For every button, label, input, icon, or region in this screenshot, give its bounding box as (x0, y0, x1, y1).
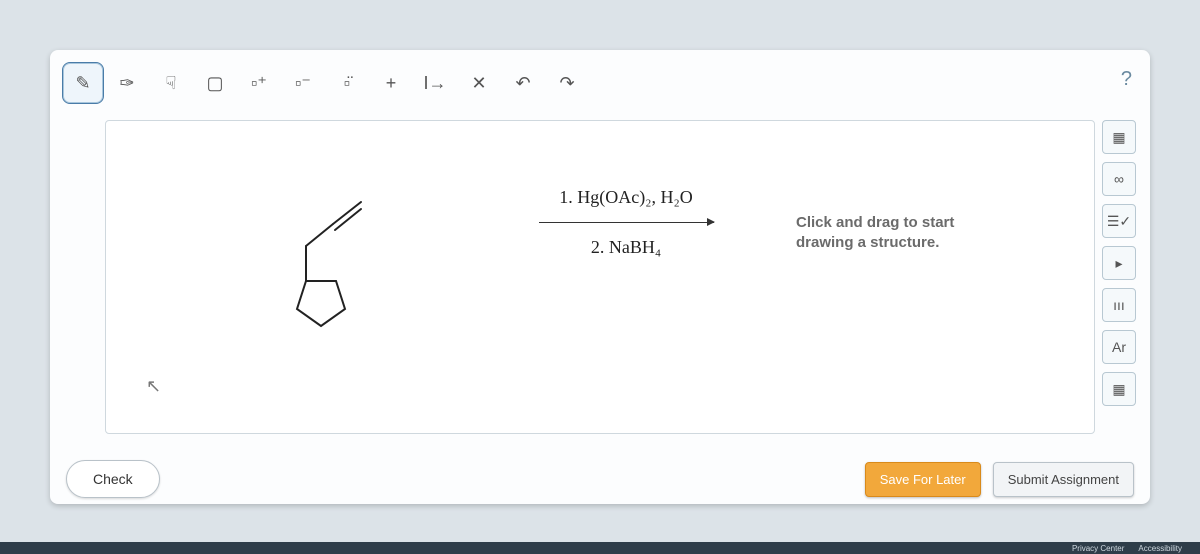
save-for-later-button[interactable]: Save For Later (865, 462, 981, 497)
undo-icon: ↶ (515, 74, 530, 92)
tool-pencil[interactable]: ✎ (62, 62, 104, 104)
tool-text-arrow[interactable]: I→ (414, 62, 456, 104)
bottom-bar: Check Save For Later Submit Assignment (50, 454, 1150, 504)
infinity-icon: ∞ (1114, 171, 1124, 187)
tool-plus[interactable]: + (370, 62, 412, 104)
right-tool-infinity[interactable]: ∞ (1102, 162, 1136, 196)
footer-accessibility-link[interactable]: Accessibility (1138, 544, 1182, 553)
right-tool-grid[interactable]: ▦ (1102, 120, 1136, 154)
lasso-icon: ✑ (119, 74, 134, 92)
right-tool-argon[interactable]: Ar (1102, 330, 1136, 364)
tool-clear[interactable]: ✕ (458, 62, 500, 104)
tool-lasso[interactable]: ✑ (106, 62, 148, 104)
reagent-line-2: 2. NaBH₄ (526, 237, 726, 258)
check-button[interactable]: Check (66, 460, 160, 498)
tool-redo[interactable]: ↷ (546, 62, 588, 104)
right-actions: Save For Later Submit Assignment (865, 462, 1134, 497)
marquee-icon: ▢ (206, 74, 223, 92)
clear-icon: ✕ (471, 74, 486, 92)
text-arrow-icon: I→ (423, 74, 446, 92)
right-tool-tally[interactable]: ııı (1102, 288, 1136, 322)
tally-icon: ııı (1113, 297, 1125, 313)
plus-icon: + (386, 74, 397, 92)
right-tool-periodic[interactable]: ▦ (1102, 372, 1136, 406)
reaction-conditions: 1. Hg(OAc)₂, H₂O 2. NaBH₄ (526, 181, 726, 264)
argon-icon: Ar (1112, 339, 1126, 355)
pencil-icon: ✎ (75, 74, 90, 92)
tool-lone-pair[interactable]: ▫̈ (326, 62, 368, 104)
footer-privacy-link[interactable]: Privacy Center (1072, 544, 1124, 553)
tool-charge-plus[interactable]: ▫⁺ (238, 62, 280, 104)
drawing-canvas[interactable]: 1. Hg(OAc)₂, H₂O 2. NaBH₄ Click and drag… (105, 120, 1095, 434)
grid-icon: ▦ (1112, 129, 1125, 146)
periodic-icon: ▦ (1112, 381, 1125, 398)
submit-assignment-button[interactable]: Submit Assignment (993, 462, 1134, 497)
footer-strip: Privacy Center Accessibility (0, 542, 1200, 554)
right-tool-play[interactable]: ▸ (1102, 246, 1136, 280)
lone-pair-icon: ▫̈ (344, 74, 350, 92)
charge-minus-icon: ▫⁻ (295, 74, 311, 92)
tool-charge-minus[interactable]: ▫⁻ (282, 62, 324, 104)
hand-icon: ☟ (166, 74, 177, 92)
tool-hand[interactable]: ☟ (150, 62, 192, 104)
reaction-arrow (539, 222, 714, 223)
right-toolbar: ▦ ∞ ☰✓ ▸ ııı Ar ▦ (1102, 120, 1136, 406)
right-tool-checklist[interactable]: ☰✓ (1102, 204, 1136, 238)
draw-placeholder-hint: Click and drag to startdrawing a structu… (796, 213, 954, 254)
editor-panel: ✎ ✑ ☟ ▢ ▫⁺ ▫⁻ ▫̈ + I→ ✕ ↶ ↷ ? ▦ ∞ ☰✓ ▸ ı… (50, 50, 1150, 504)
starting-material (261, 186, 381, 346)
tool-undo[interactable]: ↶ (502, 62, 544, 104)
checklist-icon: ☰✓ (1107, 213, 1131, 230)
cursor-indicator: ↖ (146, 376, 161, 397)
charge-plus-icon: ▫⁺ (251, 74, 267, 92)
play-icon: ▸ (1115, 255, 1122, 272)
reagent-line-1: 1. Hg(OAc)₂, H₂O (526, 187, 726, 208)
help-button[interactable]: ? (1121, 68, 1132, 91)
redo-icon: ↷ (559, 74, 574, 92)
top-toolbar: ✎ ✑ ☟ ▢ ▫⁺ ▫⁻ ▫̈ + I→ ✕ ↶ ↷ (62, 62, 588, 104)
tool-marquee[interactable]: ▢ (194, 62, 236, 104)
